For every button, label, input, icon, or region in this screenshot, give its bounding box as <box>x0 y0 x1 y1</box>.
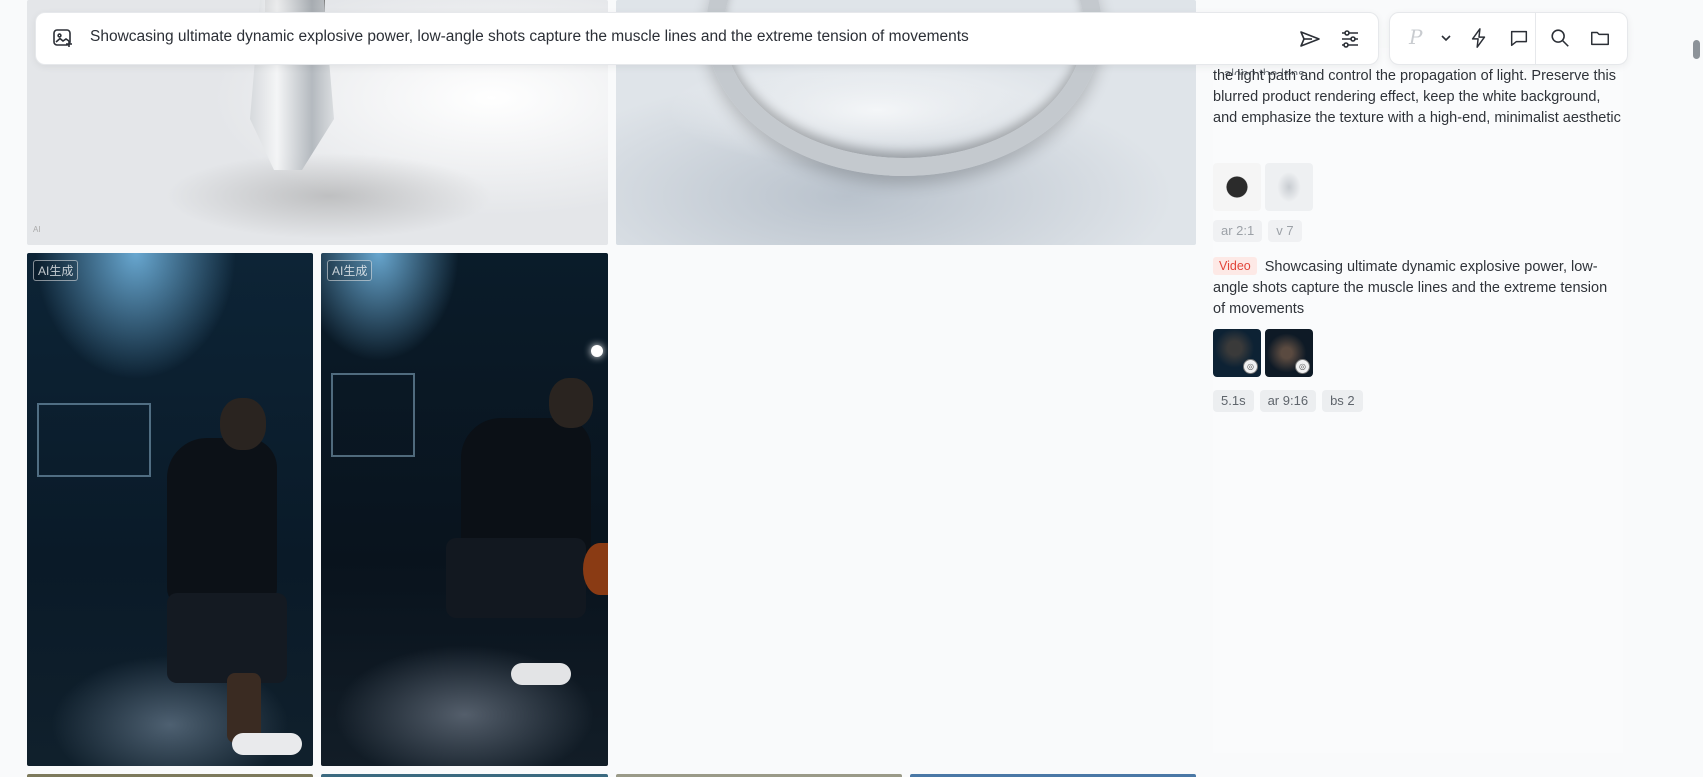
video-badge: Video <box>1213 257 1257 275</box>
reference-thumbnail[interactable]: ◎ <box>1213 329 1261 377</box>
param-tag: bs 2 <box>1322 390 1363 412</box>
param-tag: 5.1s <box>1213 390 1254 412</box>
ai-generated-badge: AI生成 <box>33 260 79 281</box>
hoop-backboard <box>37 403 151 477</box>
prompt-input[interactable]: Showcasing ultimate dynamic explosive po… <box>90 28 969 46</box>
reference-thumbnail[interactable] <box>1213 163 1261 211</box>
history-panel: ...along the lens, ... the light path an… <box>1213 48 1623 753</box>
model-selector[interactable]: P <box>1409 25 1422 49</box>
player-shape <box>511 663 571 685</box>
lightning-icon[interactable] <box>1467 26 1491 50</box>
player-shape <box>446 538 586 618</box>
gallery-image-basketball-2[interactable]: AI生成 <box>321 253 608 766</box>
image-watermark: AI <box>33 225 41 234</box>
player-shape <box>220 398 266 450</box>
player-shape <box>232 733 302 755</box>
settings-sliders-icon[interactable] <box>1338 27 1362 51</box>
history-item[interactable]: Video Showcasing ultimate dynamic explosi… <box>1213 257 1623 320</box>
gallery-image-basketball-1[interactable]: AI生成 <box>27 253 313 766</box>
light-spot <box>591 345 603 357</box>
history-prompt-text: Showcasing ultimate dynamic explosive po… <box>1213 259 1608 317</box>
folder-icon[interactable] <box>1588 26 1612 50</box>
parameter-tags: ar 2:1 v 7 <box>1213 220 1302 242</box>
add-image-icon[interactable] <box>52 27 74 49</box>
send-icon[interactable] <box>1298 27 1322 51</box>
hoop-backboard <box>331 373 415 457</box>
reference-thumbnails <box>1213 163 1313 211</box>
chat-icon[interactable] <box>1507 26 1531 50</box>
ai-generated-badge: AI生成 <box>327 260 373 281</box>
reference-thumbnail[interactable]: ◎ <box>1265 329 1313 377</box>
scrollbar-thumb[interactable] <box>1693 40 1700 59</box>
video-play-icon: ◎ <box>1295 359 1310 374</box>
chevron-down-icon[interactable] <box>1434 26 1458 50</box>
video-play-icon: ◎ <box>1243 359 1258 374</box>
param-tag: ar 2:1 <box>1213 220 1263 242</box>
player-shape <box>167 593 287 683</box>
player-shape <box>167 438 277 608</box>
reference-thumbnails: ◎ ◎ <box>1213 329 1313 377</box>
parameter-tags: 5.1s ar 9:16 bs 2 <box>1213 390 1363 412</box>
image-gallery: AI AI生成 AI生成 <box>0 0 1210 777</box>
toolbar-divider <box>1535 13 1536 64</box>
history-prompt-text: the light path and control the propagati… <box>1213 68 1621 126</box>
page-scrollbar[interactable] <box>1689 0 1703 777</box>
reference-thumbnail[interactable] <box>1265 163 1313 211</box>
param-tag: v 7 <box>1268 220 1302 242</box>
basketball-shape <box>583 543 608 595</box>
toolbar: P <box>1389 12 1628 65</box>
player-shape <box>549 378 593 428</box>
param-tag: ar 9:16 <box>1259 390 1317 412</box>
prompt-bar: Showcasing ultimate dynamic explosive po… <box>35 12 1379 65</box>
search-icon[interactable] <box>1548 26 1572 50</box>
